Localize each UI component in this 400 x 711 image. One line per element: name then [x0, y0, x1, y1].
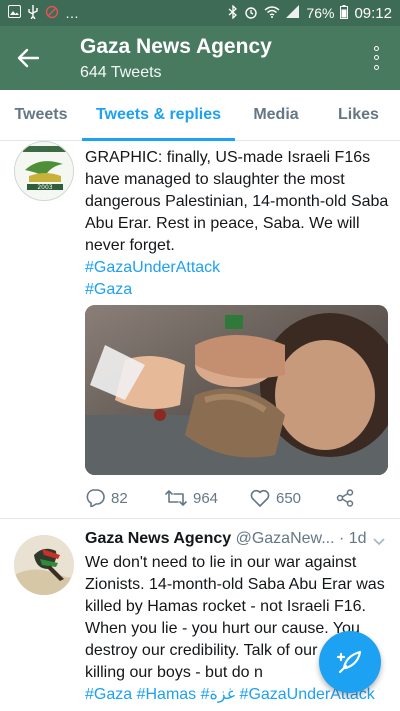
hashtag-link[interactable]: #Gaza: [85, 281, 132, 298]
tweet-body: GRAPHIC: finally, US-made Israeli F16s h…: [85, 147, 390, 301]
reply-button[interactable]: 82: [85, 489, 165, 507]
hashtag-link[interactable]: #Gaza #Hamas #غزة #GazaUnderAttack: [85, 686, 375, 703]
author-handle: @GazaNew...: [235, 530, 335, 547]
reply-count: 82: [111, 489, 128, 507]
status-right-icons: 76% 09:12: [228, 3, 392, 22]
profile-header: Gaza News Agency 644 Tweets: [0, 26, 400, 90]
more-notifications-icon: …: [65, 5, 79, 21]
more-dot-icon: [373, 46, 379, 52]
compose-feather-icon: [336, 650, 362, 674]
retweet-button[interactable]: 964: [165, 489, 250, 507]
tweet-header: Gaza News Agency @GazaNew... · 1d: [85, 530, 367, 548]
back-button[interactable]: [14, 44, 42, 72]
image-icon: [8, 5, 21, 21]
back-arrow-icon: [17, 48, 39, 68]
avatar-image-icon: [14, 535, 74, 595]
bluetooth-icon: [228, 3, 238, 22]
tweet-divider: [0, 518, 400, 519]
signal-icon: [286, 5, 300, 21]
retweet-count: 964: [193, 489, 219, 507]
more-dot-icon: [373, 64, 379, 70]
tweet-media-image[interactable]: [85, 305, 388, 475]
author-name[interactable]: Gaza News Agency: [85, 530, 231, 547]
tab-tweets-and-replies[interactable]: Tweets & replies: [82, 90, 235, 141]
wifi-icon: [264, 5, 280, 21]
tweet-actions: 82 964 650: [85, 486, 385, 510]
tweet-time: · 1d: [339, 530, 367, 547]
status-bar: … 76% 09:12: [0, 0, 400, 26]
more-dot-icon: [373, 55, 379, 61]
tweet-count: 644 Tweets: [80, 64, 162, 81]
tweet-menu-button[interactable]: [372, 534, 386, 552]
retweet-icon: [165, 490, 187, 506]
share-icon: [336, 489, 354, 507]
tweet-item[interactable]: 2003 GRAPHIC: finally, US-made Israeli F…: [0, 141, 400, 511]
reply-icon: [86, 489, 105, 507]
tweet-text: GRAPHIC: finally, US-made Israeli F16s h…: [85, 149, 389, 254]
tab-tweets[interactable]: Tweets: [0, 90, 82, 140]
usb-icon: [27, 4, 39, 22]
heart-icon: [250, 489, 270, 507]
chevron-down-icon: [373, 538, 385, 546]
status-left-icons: …: [8, 4, 79, 22]
photo-icon: [85, 305, 388, 475]
battery-level: 76%: [306, 5, 335, 21]
svg-text:2003: 2003: [37, 184, 52, 191]
hashtag-link[interactable]: #GazaUnderAttack: [85, 259, 220, 276]
more-options-button[interactable]: [366, 44, 386, 72]
alarm-icon: [244, 5, 258, 22]
like-count: 650: [276, 489, 302, 507]
tab-likes[interactable]: Likes: [317, 90, 400, 140]
like-button[interactable]: 650: [250, 489, 335, 507]
avatar[interactable]: [14, 535, 74, 595]
battery-icon: [340, 4, 349, 22]
avatar[interactable]: 2003: [14, 141, 74, 201]
compose-tweet-button[interactable]: [319, 631, 381, 693]
clock: 09:12: [354, 4, 392, 22]
profile-name: Gaza News Agency: [80, 35, 272, 58]
tab-media[interactable]: Media: [235, 90, 317, 140]
signal-off-icon: [45, 5, 59, 22]
share-button[interactable]: [335, 489, 355, 507]
profile-tabs: Tweets Tweets & replies Media Likes: [0, 90, 400, 141]
agency-logo-icon: 2003: [15, 142, 73, 200]
